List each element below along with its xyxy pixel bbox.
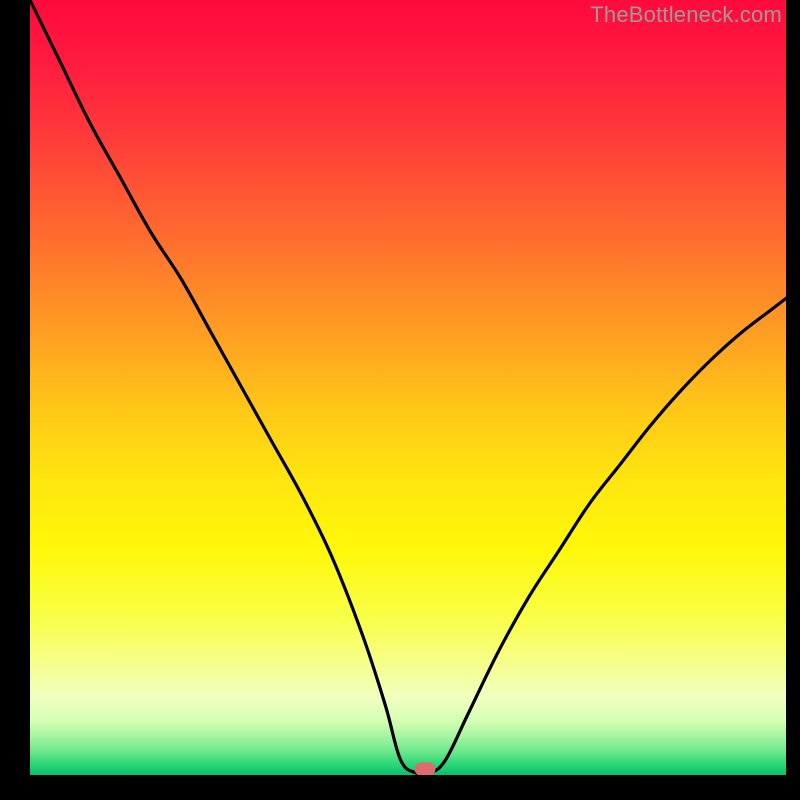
bottleneck-curve bbox=[30, 0, 786, 775]
plot-area bbox=[30, 0, 786, 775]
optimal-marker bbox=[415, 762, 436, 775]
chart-frame: TheBottleneck.com bbox=[0, 0, 800, 800]
watermark-text: TheBottleneck.com bbox=[590, 2, 782, 28]
